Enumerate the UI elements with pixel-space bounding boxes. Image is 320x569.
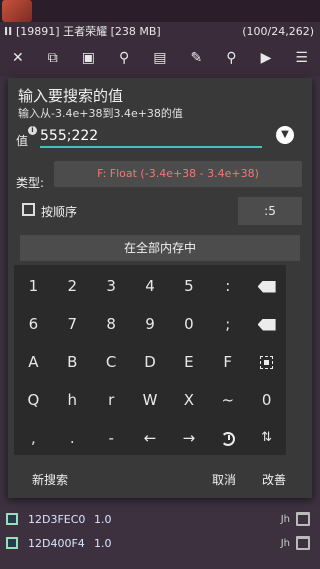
- row-value: 1.0: [94, 536, 112, 550]
- key[interactable]: 0: [169, 305, 208, 343]
- key[interactable]: C: [92, 343, 131, 381]
- keyboard-row-3: A B C D E F: [14, 343, 286, 381]
- trash-icon[interactable]: [296, 512, 310, 526]
- dialog-title: 输入要搜索的值: [18, 87, 124, 105]
- pause-icon[interactable]: II: [4, 25, 16, 38]
- play-icon[interactable]: ▶: [261, 50, 272, 66]
- keyboard-row-2: 6 7 8 9 0 ;: [14, 305, 286, 343]
- dialog-subtitle: 输入从-3.4e+38到3.4e+38的值: [18, 107, 183, 120]
- keyboard-row-4: Q h r W X ~ 0: [14, 381, 286, 419]
- numeric-keyboard: 1 2 3 4 5 : 6 7 8 9 0 ; A B C D E F Q: [14, 265, 286, 455]
- key[interactable]: 5: [169, 267, 208, 305]
- value-input[interactable]: 555;222: [40, 124, 262, 148]
- value-label: 值: [16, 134, 29, 148]
- row-checkbox[interactable]: [6, 513, 18, 525]
- range-button[interactable]: :5: [238, 197, 302, 225]
- key[interactable]: r: [92, 381, 131, 419]
- history-icon[interactable]: [208, 419, 247, 457]
- row-type: Jh: [280, 537, 290, 549]
- collapse-icon[interactable]: ⇅: [247, 419, 286, 457]
- edit-button[interactable]: 改善: [262, 471, 286, 488]
- key[interactable]: 4: [131, 267, 170, 305]
- new-search-button[interactable]: 新搜索: [32, 471, 68, 488]
- key[interactable]: 6: [14, 305, 53, 343]
- keyboard-row-1: 1 2 3 4 5 :: [14, 267, 286, 305]
- key[interactable]: 2: [53, 267, 92, 305]
- app-toolbar: ✕ ⧉ ▣ ⚲ ▤ ✎ ⚲ ▶ ☰: [0, 40, 320, 76]
- backspace-icon[interactable]: [247, 267, 286, 305]
- key[interactable]: 9: [131, 305, 170, 343]
- row-address: 12D3FEC0: [28, 512, 86, 526]
- key[interactable]: :: [208, 267, 247, 305]
- process-name: [19891] 王者荣耀 [238 MB]: [16, 25, 161, 38]
- table-row[interactable]: 12D400F4 1.0 Jh: [0, 529, 320, 557]
- key[interactable]: ,: [14, 419, 53, 457]
- select-icon[interactable]: [247, 343, 286, 381]
- key[interactable]: A: [14, 343, 53, 381]
- trash-icon[interactable]: [296, 536, 310, 550]
- dialog-footer: 新搜索 取消 改善: [8, 468, 312, 498]
- save-icon[interactable]: ▣: [82, 50, 95, 66]
- key[interactable]: ;: [208, 305, 247, 343]
- key[interactable]: 1: [14, 267, 53, 305]
- search-all-memory-button[interactable]: 在全部内存中: [20, 235, 300, 261]
- info-icon[interactable]: i: [28, 126, 37, 135]
- key[interactable]: F: [208, 343, 247, 381]
- key[interactable]: Q: [14, 381, 53, 419]
- row-value: 1.0: [94, 512, 112, 526]
- menu-icon[interactable]: ☰: [295, 50, 308, 66]
- key[interactable]: .: [53, 419, 92, 457]
- key[interactable]: W: [131, 381, 170, 419]
- filter-icon[interactable]: ⧉: [48, 50, 58, 66]
- cancel-button[interactable]: 取消: [212, 471, 236, 488]
- row-checkbox[interactable]: [6, 537, 18, 549]
- process-bar[interactable]: II [19891] 王者荣耀 [238 MB] (100/24,262): [0, 22, 320, 40]
- keyboard-row-5: , . - ← → ⇅: [14, 419, 286, 457]
- key[interactable]: D: [131, 343, 170, 381]
- clear-icon[interactable]: [247, 305, 286, 343]
- search-icon[interactable]: ⚲: [119, 50, 129, 66]
- key[interactable]: →: [169, 419, 208, 457]
- key[interactable]: 7: [53, 305, 92, 343]
- close-icon[interactable]: ✕: [12, 50, 24, 66]
- row-address: 12D400F4: [28, 536, 85, 550]
- order-checkbox[interactable]: [22, 203, 35, 216]
- key[interactable]: ~: [208, 381, 247, 419]
- key[interactable]: h: [53, 381, 92, 419]
- key[interactable]: X: [169, 381, 208, 419]
- type-label: 类型:: [16, 176, 45, 190]
- row-type: Jh: [280, 513, 290, 525]
- key[interactable]: 0: [247, 381, 286, 419]
- chevron-down-icon[interactable]: ▼: [276, 126, 294, 144]
- key[interactable]: 3: [92, 267, 131, 305]
- key[interactable]: 8: [92, 305, 131, 343]
- search-icon[interactable]: ⚲: [226, 50, 236, 66]
- app-tabs: [0, 0, 320, 22]
- result-count: (100/24,262): [242, 24, 314, 38]
- type-select[interactable]: F: Float (-3.4e+38 - 3.4e+38): [54, 161, 302, 187]
- order-label: 按顺序: [41, 205, 78, 219]
- key[interactable]: ←: [131, 419, 170, 457]
- key[interactable]: B: [53, 343, 92, 381]
- key[interactable]: -: [92, 419, 131, 457]
- delete-icon[interactable]: ▤: [153, 50, 166, 66]
- screen: II [19891] 王者荣耀 [238 MB] (100/24,262) ✕ …: [0, 0, 320, 569]
- key[interactable]: E: [169, 343, 208, 381]
- edit-icon[interactable]: ✎: [191, 50, 203, 66]
